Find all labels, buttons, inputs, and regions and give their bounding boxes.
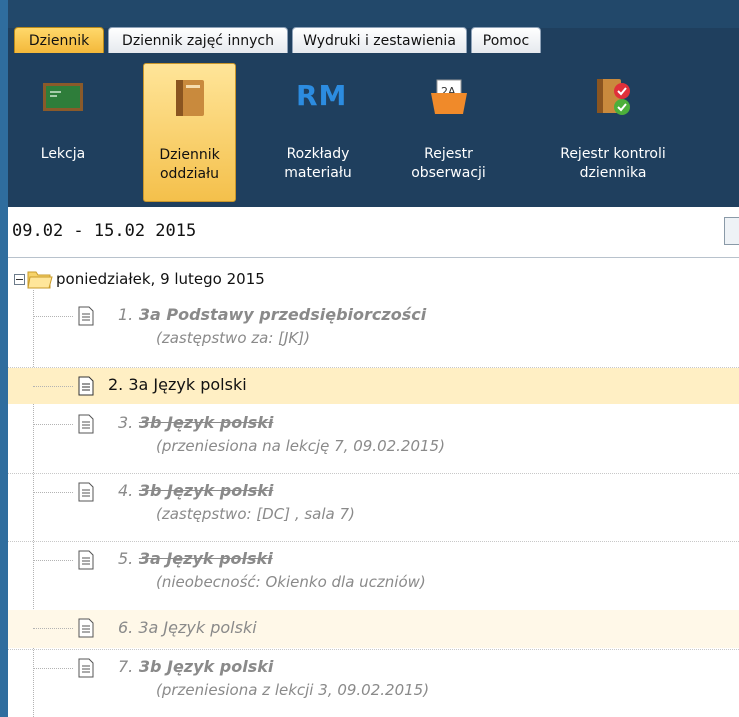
lesson-note: (przeniesiona na lekcję 7, 09.02.2015) [156, 437, 445, 455]
lesson-note: (przeniesiona z lekcji 3, 09.02.2015) [156, 681, 430, 699]
lesson-number: 3. [118, 413, 134, 432]
observation-folder-icon: 2A [430, 79, 467, 114]
class-book-icon [175, 80, 204, 116]
open-folder-icon [27, 271, 53, 289]
lesson-title: 3a Język polski [128, 375, 247, 394]
document-icon [78, 482, 94, 502]
rm-icon: RM [296, 79, 348, 112]
collapse-toggle-icon[interactable] [14, 274, 25, 285]
document-icon [78, 658, 94, 678]
lesson-note: (zastępstwo: [DC] , sala 7) [156, 505, 355, 523]
lesson-number: 6. [118, 618, 134, 637]
lesson-title: 3a Podstawy przedsiębiorczości [138, 305, 427, 324]
day-label: poniedziałek, 9 lutego 2015 [56, 270, 265, 288]
rejestr-kontroli-button[interactable]: Rejestr kontroli dziennika [533, 63, 693, 202]
rejestr-label-line1: Rejestr [424, 146, 473, 162]
kontroli-label-line2: dziennika [579, 165, 647, 181]
document-icon [78, 414, 94, 434]
lesson-tree[interactable]: poniedziałek, 9 lutego 2015 1. 3a Podsta… [8, 258, 739, 717]
lesson-number: 1. [118, 305, 134, 324]
document-icon [78, 306, 94, 326]
lesson-title: 3a Język polski [138, 549, 273, 568]
lesson-number: 2. [108, 375, 124, 394]
lesson-title: 3b Język polski [138, 413, 274, 432]
app-window: Dziennik Dziennik zajęć innych Wydruki i… [8, 0, 739, 717]
week-range-value: 09.02 - 15.02 2015 [12, 221, 197, 241]
rejestr-label-line2: obserwacji [411, 165, 486, 181]
list-item[interactable]: 4. 3b Język polski (zastępstwo: [DC] , s… [8, 474, 739, 540]
list-item[interactable]: 7. 3b Język polski (przeniesiona z lekcj… [8, 650, 739, 716]
lesson-number: 7. [118, 657, 134, 676]
list-item[interactable]: 6. 3a Język polski [8, 610, 739, 648]
rejestr-obserwacji-button[interactable]: 2A Rejestr obserwacji [396, 63, 501, 202]
lekcja-label: Lekcja [40, 146, 86, 162]
rozklady-label-line1: Rozkłady [286, 146, 350, 162]
list-item[interactable]: 1. 3a Podstawy przedsiębiorczości (zastę… [8, 298, 739, 366]
tab-dziennik[interactable]: Dziennik [14, 27, 104, 53]
lesson-note: (zastępstwo za: [JK]) [156, 329, 310, 347]
lesson-number: 5. [118, 549, 134, 568]
lesson-number: 4. [118, 481, 134, 500]
rozklady-label-line2: materiału [284, 165, 352, 181]
window-left-edge [0, 0, 8, 717]
tab-wydruki-i-zestawienia[interactable]: Wydruki i zestawienia [292, 27, 467, 53]
document-icon [78, 376, 94, 396]
tab-pomoc[interactable]: Pomoc [471, 27, 541, 53]
rozklady-materialu-button[interactable]: RM Rozkłady materiału [273, 63, 363, 202]
kontroli-label-line1: Rejestr kontroli [560, 146, 666, 162]
list-item[interactable]: 3. 3b Język polski (przeniesiona na lekc… [8, 406, 739, 472]
control-register-icon [597, 79, 630, 115]
lesson-title: 3a Język polski [138, 618, 257, 637]
list-item[interactable]: 2. 3a Język polski [8, 368, 739, 404]
lekcja-button[interactable]: Lekcja [18, 63, 108, 202]
document-icon [78, 618, 94, 638]
chalkboard-icon [43, 83, 83, 111]
lesson-title: 3b Język polski [138, 657, 274, 676]
lesson-title: 3b Język polski [138, 481, 274, 500]
list-item[interactable]: 5. 3a Język polski (nieobecność: Okienko… [8, 542, 739, 608]
dziennik-oddzialu-button[interactable]: Dziennik oddziału [143, 63, 236, 202]
dziennik-label-line1: Dziennik [159, 147, 220, 163]
document-icon [78, 550, 94, 570]
tab-dziennik-zajec-innych[interactable]: Dziennik zajęć innych [108, 27, 288, 53]
lesson-note: (nieobecność: Okienko dla uczniów) [156, 573, 426, 591]
ribbon-toolbar: Lekcja Dziennik oddziału RM Rozkłady mat… [8, 53, 739, 207]
dziennik-label-line2: oddziału [159, 166, 219, 182]
week-range-field[interactable]: 09.02 - 15.02 2015 [8, 207, 739, 258]
calendar-icon[interactable] [724, 217, 739, 245]
